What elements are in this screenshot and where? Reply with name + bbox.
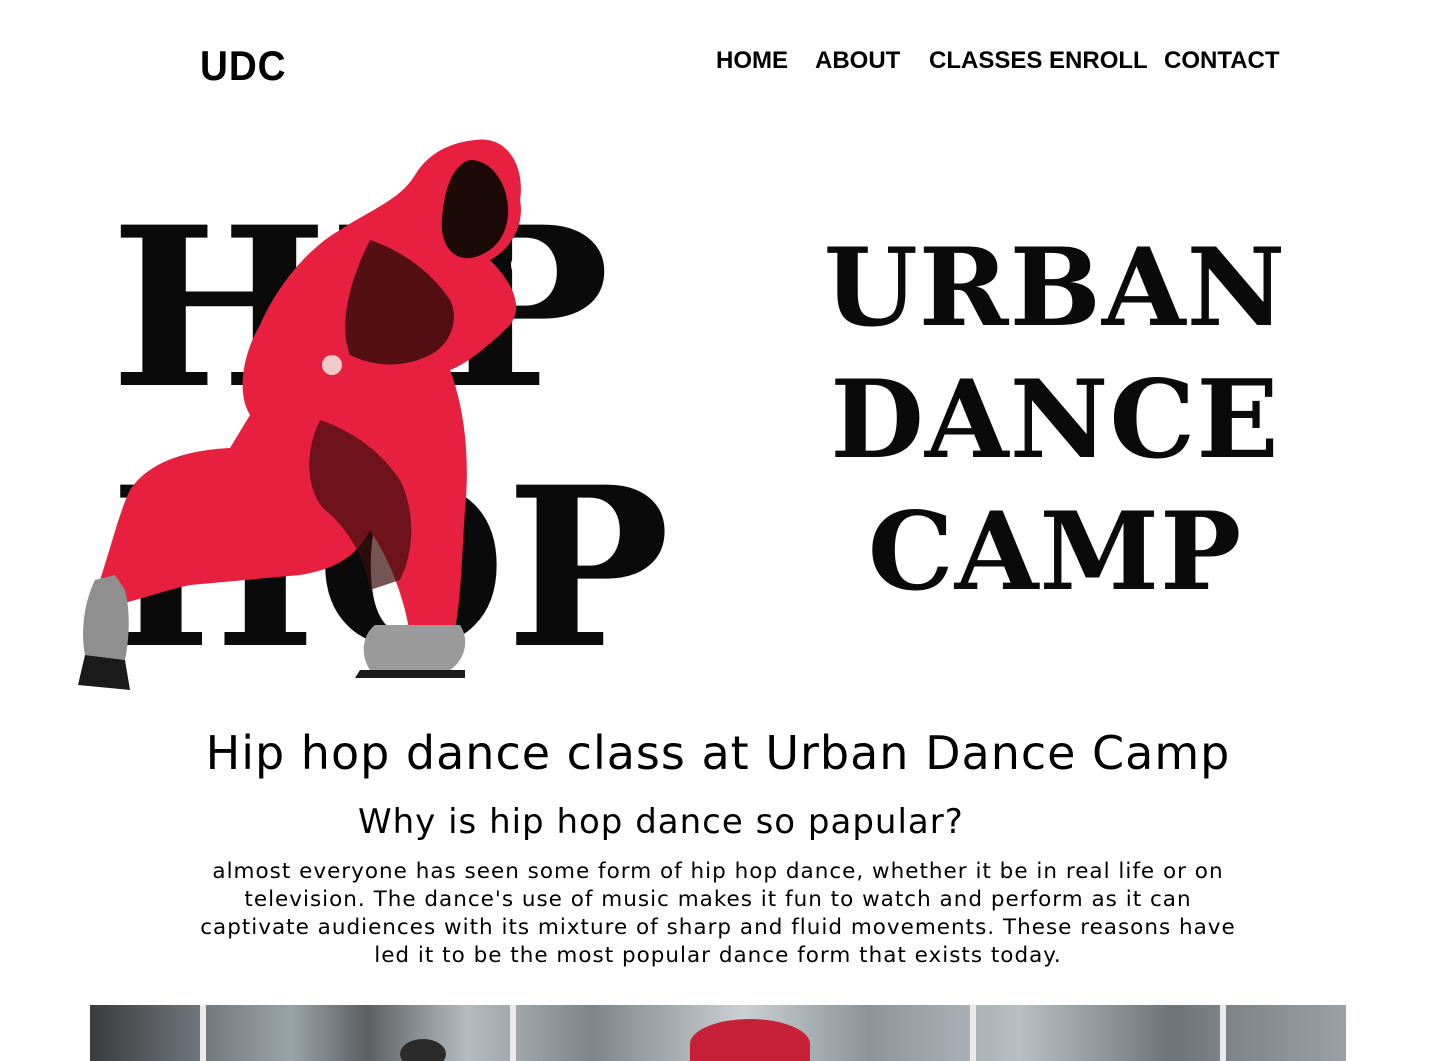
hip-hop-dancer-illustration: HIP HOP [78,139,670,697]
window-frame [510,1005,516,1061]
dance-class-photo [90,1005,1346,1061]
hero-title: URBAN DANCE CAMP [820,222,1290,618]
window-frame [1220,1005,1226,1061]
nav-about[interactable]: ABOUT [815,44,900,78]
nav-home[interactable]: HOME [716,44,788,78]
nav-contact[interactable]: CONTACT [1164,44,1280,78]
section-heading: Hip hop dance class at Urban Dance Camp [205,726,1231,780]
hero-title-line-3: CAMP [867,489,1243,615]
intro-paragraph: almost everyone has seen some form of hi… [200,859,1236,968]
section-subheading: Why is hip hop dance so papular? [358,802,964,842]
site-logo[interactable]: UDC [200,42,286,90]
window-frame [970,1005,976,1061]
hero-title-line-1: URBAN [823,225,1287,351]
hero-title-line-2: DANCE [830,357,1280,483]
photo-person-head [400,1039,446,1061]
photo-dancer-red [690,1019,810,1061]
nav-classes-enroll[interactable]: CLASSES ENROLL [929,44,1148,78]
window-frame [200,1005,206,1061]
